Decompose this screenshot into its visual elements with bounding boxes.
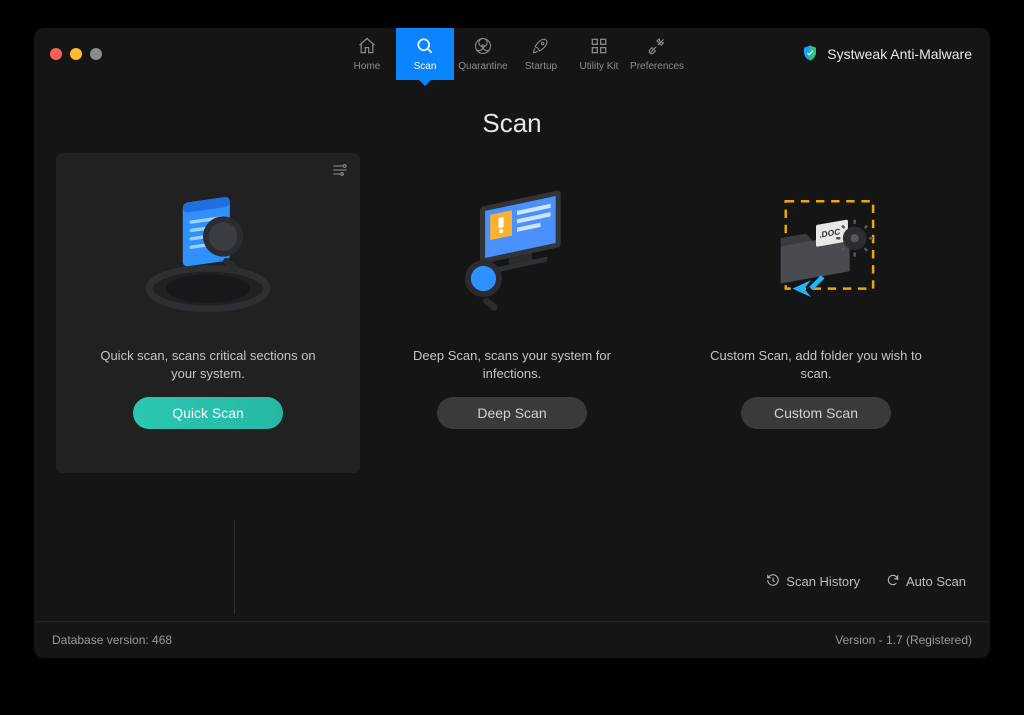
- search-icon: [415, 36, 435, 59]
- home-icon: [357, 36, 377, 59]
- deep-scan-card[interactable]: Deep Scan, scans your system for infecti…: [360, 153, 664, 473]
- card-description: Quick scan, scans critical sections on y…: [88, 347, 328, 383]
- footer-link-label: Auto Scan: [906, 574, 966, 589]
- tools-icon: [647, 36, 667, 59]
- custom-scan-illustration: .DOC: [732, 171, 900, 339]
- card-settings-button[interactable]: [332, 163, 348, 182]
- deep-scan-illustration: [428, 171, 596, 339]
- refresh-icon: [886, 573, 900, 590]
- nav-label: Utility Kit: [580, 61, 619, 72]
- auto-scan-link[interactable]: Auto Scan: [886, 573, 966, 590]
- nav-home[interactable]: Home: [338, 28, 396, 80]
- nav-quarantine[interactable]: Quarantine: [454, 28, 512, 80]
- titlebar: Home Scan Quarantine Startup: [34, 28, 990, 80]
- quick-scan-illustration: [124, 171, 292, 339]
- grid-icon: [589, 36, 609, 59]
- custom-scan-card[interactable]: .DOC Custom Scan, add folder you: [664, 153, 968, 473]
- db-version: Database version: 468: [52, 633, 172, 647]
- brand: Systweak Anti-Malware: [801, 44, 972, 65]
- deep-scan-button[interactable]: Deep Scan: [437, 397, 587, 429]
- nav-startup[interactable]: Startup: [512, 28, 570, 80]
- card-description: Custom Scan, add folder you wish to scan…: [696, 347, 936, 383]
- nav-label: Quarantine: [458, 61, 507, 72]
- zoom-window-button[interactable]: [90, 48, 102, 60]
- page-title: Scan: [34, 108, 990, 139]
- nav-label: Home: [354, 61, 381, 72]
- close-window-button[interactable]: [50, 48, 62, 60]
- biohazard-icon: [473, 36, 493, 59]
- minimize-window-button[interactable]: [70, 48, 82, 60]
- nav-label: Preferences: [630, 61, 684, 72]
- history-icon: [766, 573, 780, 590]
- statusbar: Database version: 468 Version - 1.7 (Reg…: [34, 621, 990, 658]
- card-description: Deep Scan, scans your system for infecti…: [392, 347, 632, 383]
- footer-link-label: Scan History: [786, 574, 860, 589]
- custom-scan-button[interactable]: Custom Scan: [741, 397, 891, 429]
- footer-actions: Scan History Auto Scan: [766, 573, 966, 590]
- scan-cards: Quick scan, scans critical sections on y…: [34, 153, 990, 473]
- window-controls: [50, 48, 102, 60]
- brand-name: Systweak Anti-Malware: [827, 46, 972, 62]
- nav-utility-kit[interactable]: Utility Kit: [570, 28, 628, 80]
- rocket-icon: [531, 36, 551, 59]
- nav-label: Startup: [525, 61, 557, 72]
- main: Scan: [34, 80, 990, 658]
- app-version: Version - 1.7 (Registered): [835, 633, 972, 647]
- quick-scan-button[interactable]: Quick Scan: [133, 397, 283, 429]
- scan-history-link[interactable]: Scan History: [766, 573, 860, 590]
- main-nav: Home Scan Quarantine Startup: [338, 28, 686, 80]
- app-window: Home Scan Quarantine Startup: [34, 28, 990, 658]
- quick-scan-card[interactable]: Quick scan, scans critical sections on y…: [56, 153, 360, 473]
- settings-lines-icon: [332, 164, 348, 181]
- nav-preferences[interactable]: Preferences: [628, 28, 686, 80]
- nav-scan[interactable]: Scan: [396, 28, 454, 80]
- nav-label: Scan: [414, 61, 437, 72]
- shield-icon: [801, 44, 819, 65]
- divider: [234, 520, 235, 614]
